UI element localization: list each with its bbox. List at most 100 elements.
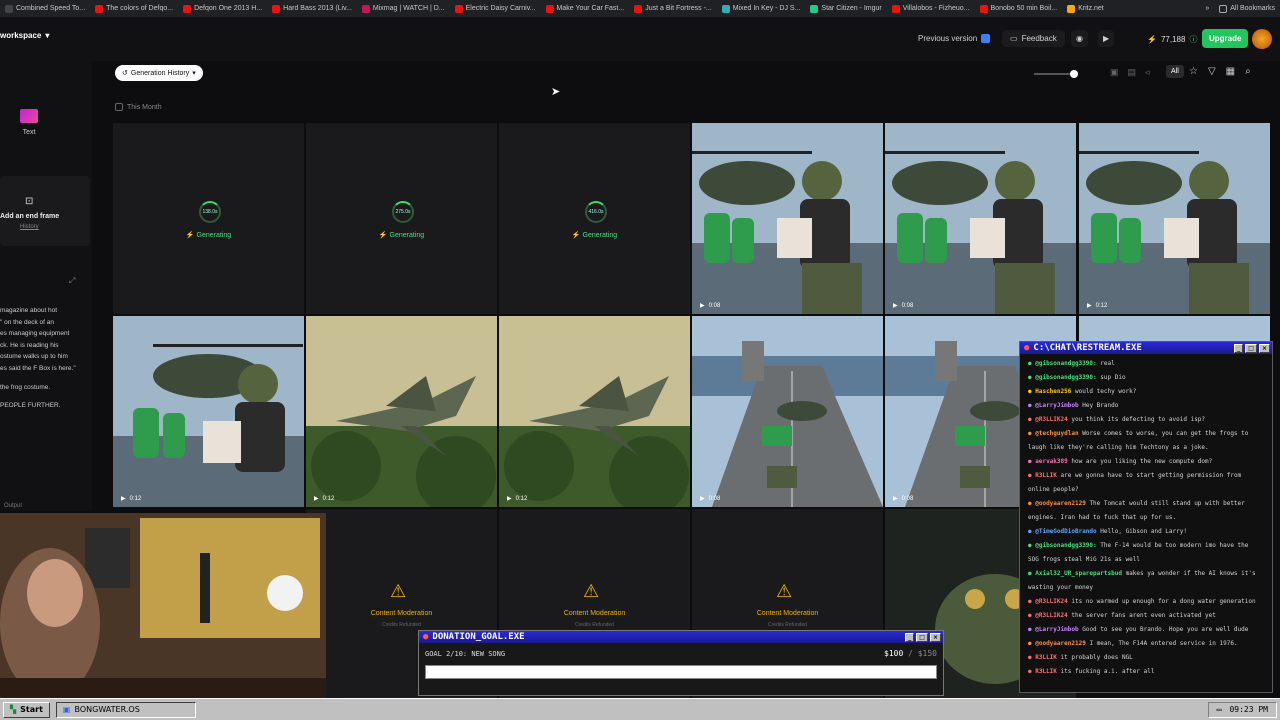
video-thumbnail[interactable]: [1079, 316, 1270, 341]
close-button[interactable]: ×: [1258, 343, 1270, 353]
chat-text: would techy work?: [1074, 388, 1137, 395]
chat-text: sup Dio: [1100, 374, 1126, 381]
maximize-button[interactable]: □: [916, 632, 928, 642]
action-icons: ☆ ▽ ▦ ⌕: [1189, 66, 1251, 77]
chevron-right-icon: »: [1205, 5, 1210, 12]
video-duration: 0:08: [901, 302, 914, 309]
chat-message: ● R3LLIK its fucking a.i. after all: [1020, 665, 1272, 679]
bookmark-item[interactable]: Mixed In Key - DJ S...: [717, 4, 806, 13]
video-filter-icon[interactable]: ▤: [1128, 67, 1137, 78]
close-button[interactable]: ×: [929, 632, 941, 642]
chat-username: Axial32_UR_sparepartsbud: [1035, 570, 1122, 577]
previous-version-button[interactable]: Previous version: [910, 30, 998, 47]
bookmark-item[interactable]: Villalobos - Fizheuo...: [887, 4, 975, 13]
chat-text: how are you liking the new compute dom?: [1071, 458, 1213, 465]
section-checkbox[interactable]: [115, 103, 123, 111]
youtube-button[interactable]: ▶: [1098, 30, 1115, 47]
minimize-button[interactable]: _: [905, 632, 915, 642]
chat-username: @gibsonandgg3390:: [1035, 374, 1097, 381]
video-thumbnail[interactable]: ▶ 0:12: [1079, 123, 1270, 314]
taskbar-app-button[interactable]: ▣ BONGWATER.OS: [55, 701, 196, 718]
progress-ring: 138.0s: [199, 201, 221, 223]
zoom-slider-thumb[interactable]: [1070, 70, 1078, 78]
bookmark-item[interactable]: Electric Daisy Carniv...: [450, 4, 541, 13]
all-bookmarks-label: All Bookmarks: [1230, 5, 1275, 12]
bookmark-label: Defqon One 2013 H...: [194, 5, 263, 12]
donation-current: $100: [884, 649, 904, 658]
bookmark-item[interactable]: Just a Bit Fortress -...: [629, 4, 717, 13]
history-icon: ↺: [122, 70, 128, 77]
generating-tile[interactable]: 416.0s ⚡ Generating: [499, 123, 690, 314]
chat-username: R3LLIK: [1035, 668, 1057, 675]
expand-icon[interactable]: ⤢: [69, 276, 75, 286]
image-filter-icon[interactable]: ▣: [1110, 67, 1119, 78]
upgrade-button[interactable]: Upgrade: [1202, 29, 1249, 48]
section-label: This Month: [127, 103, 162, 111]
bookmark-item[interactable]: Kritz.net: [1062, 4, 1109, 13]
maximize-button[interactable]: □: [1245, 343, 1257, 353]
workspace-selector[interactable]: workspace ▾: [0, 31, 49, 40]
minimize-button[interactable]: _: [1234, 343, 1244, 353]
bookmark-item[interactable]: Bonobo 50 min Boil...: [975, 4, 1063, 13]
chat-text: its no warmed up enough for a dong water…: [1071, 598, 1256, 605]
end-frame-card[interactable]: ⊡ Add an end frame History: [0, 176, 90, 246]
prompt-line: magazine about hot: [0, 307, 58, 314]
history-link[interactable]: History: [20, 224, 39, 230]
bookmark-label: Electric Daisy Carniv...: [465, 5, 536, 12]
bookmark-item[interactable]: Star Citizen - Imgur: [805, 4, 886, 13]
video-duration: 0:12: [515, 495, 528, 502]
mixedinkey-icon: [721, 4, 730, 13]
more-bookmarks-button[interactable]: »: [1200, 5, 1214, 12]
image-plus-icon: ⊡: [25, 196, 34, 207]
previous-version-label: Previous version: [918, 34, 978, 43]
chat-message: ● R3LLIK are we gonna have to start gett…: [1020, 469, 1272, 483]
chevron-down-icon: ▾: [192, 70, 196, 77]
zoom-slider[interactable]: [1034, 70, 1078, 78]
prompt-line: es managing equipment: [0, 330, 70, 337]
filter-all-button[interactable]: All: [1166, 65, 1184, 78]
bookmark-item[interactable]: The colors of Defqo...: [90, 4, 178, 13]
video-thumbnail[interactable]: ▶ 0:12: [306, 316, 497, 507]
chat-text: Worse comes to worse, you can get the fr…: [1082, 430, 1249, 437]
video-icon: ▶: [314, 496, 319, 502]
chat-text: The Tomcat would still stand up with bet…: [1089, 500, 1245, 507]
video-icon: ▶: [893, 496, 898, 502]
video-duration: 0:12: [322, 495, 335, 502]
audio-filter-icon[interactable]: ◃: [1145, 67, 1150, 78]
grid-icon[interactable]: ▦: [1226, 66, 1235, 77]
chat-message: ● @techguydlan Worse comes to worse, you…: [1020, 427, 1272, 441]
warning-icon: ⚠: [776, 581, 793, 601]
search-icon[interactable]: ⌕: [1245, 66, 1251, 77]
generating-tile[interactable]: 275.0s ⚡ Generating: [306, 123, 497, 314]
sidebar-panel: Text ⊡ Add an end frame History ⤢ magazi…: [0, 61, 92, 511]
all-bookmarks-button[interactable]: All Bookmarks: [1214, 4, 1280, 13]
text-mode-icon[interactable]: [20, 109, 38, 123]
star-icon[interactable]: ☆: [1189, 66, 1198, 77]
feedback-button[interactable]: ▭ Feedback: [1002, 30, 1065, 47]
avatar[interactable]: [1252, 29, 1272, 49]
bookmark-item[interactable]: Hard Bass 2013 (Liv...: [267, 4, 357, 13]
video-thumbnail[interactable]: ▶ 0:08: [692, 123, 883, 314]
start-button[interactable]: ▚ Start: [3, 701, 50, 718]
chat-message: ● R3LLIK it probably does NGL: [1020, 651, 1272, 665]
video-icon: ▶: [893, 303, 898, 309]
video-duration: 0:12: [129, 495, 142, 502]
chat-username: Haschen256: [1035, 388, 1072, 395]
bookmark-item[interactable]: Mixmag | WATCH | D...: [357, 4, 450, 13]
video-thumbnail[interactable]: ▶ 0:08: [885, 123, 1076, 314]
video-thumbnail[interactable]: ▶ 0:08: [692, 316, 883, 507]
video-thumbnail[interactable]: ▶ 0:12: [113, 316, 304, 507]
discord-button[interactable]: ◉: [1071, 30, 1088, 47]
bookmark-item[interactable]: Combined Speed To...: [0, 4, 90, 13]
moderation-label: Content Moderation: [756, 610, 819, 617]
mouse-cursor-icon: ➤: [551, 86, 561, 98]
video-thumbnail[interactable]: ▶ 0:12: [499, 316, 690, 507]
bookmark-item[interactable]: Defqon One 2013 H...: [178, 4, 267, 13]
bookmark-label: Mixed In Key - DJ S...: [732, 5, 801, 12]
generating-tile[interactable]: 138.0s ⚡ Generating: [113, 123, 304, 314]
filter-icon[interactable]: ▽: [1208, 66, 1216, 77]
prompt-text[interactable]: magazine about hot " on the deck of an e…: [0, 305, 90, 411]
bookmark-item[interactable]: Make Your Car Fast...: [541, 4, 630, 13]
soldier-scene-image: [1079, 123, 1270, 314]
generation-history-button[interactable]: ↺ Generation History ▾: [115, 65, 203, 81]
